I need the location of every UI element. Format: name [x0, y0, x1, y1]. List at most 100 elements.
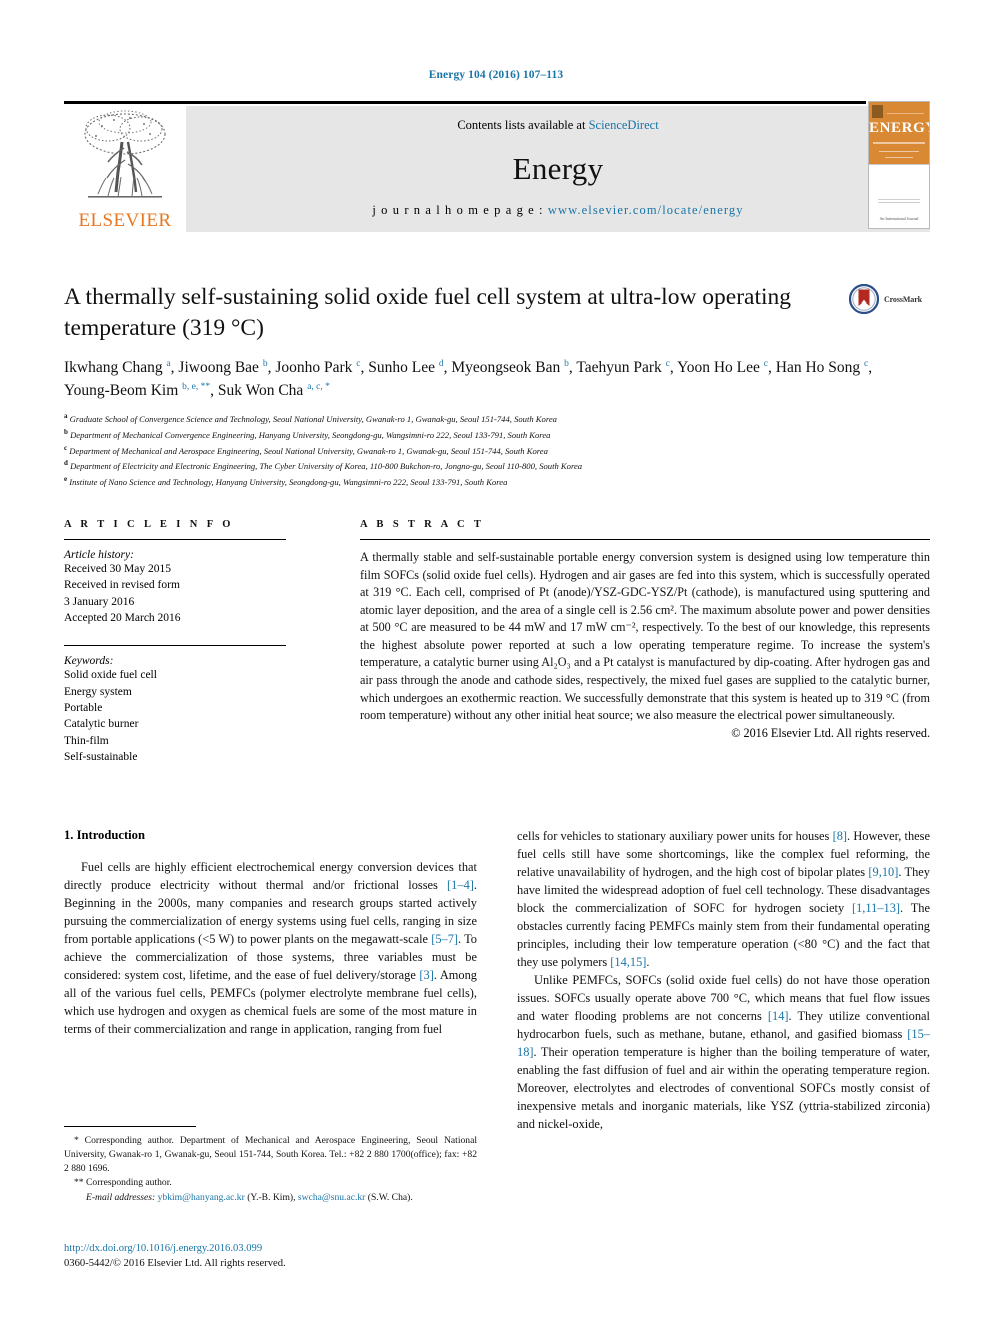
section-heading-introduction: 1. Introduction	[64, 828, 145, 842]
citation-ref[interactable]: [9,10]	[868, 865, 898, 879]
keywords-block: Keywords: Solid oxide fuel cell Energy s…	[64, 645, 286, 765]
article-history-item: Received 30 May 2015	[64, 563, 171, 575]
affiliation-label: c	[64, 443, 68, 452]
keyword-item: Catalytic burner	[64, 718, 139, 731]
citation-ref[interactable]: [1,11–13]	[852, 901, 900, 915]
footnote-email-addresses: E-mail addresses: ybkim@hanyang.ac.kr (Y…	[64, 1191, 477, 1205]
journal-title: Energy	[512, 150, 604, 186]
author-affiliation-mark: a, c, *	[307, 381, 330, 392]
author-affiliation-mark: b	[564, 358, 569, 369]
affiliation-item: b Department of Mechanical Convergence E…	[64, 427, 930, 443]
cover-journal-title: ENERGY	[869, 120, 929, 136]
affiliation-list: a Graduate School of Convergence Science…	[64, 411, 930, 490]
elsevier-tree-icon	[84, 110, 166, 198]
keyword-item: Energy system	[64, 685, 132, 698]
author-entry: Myeongseok Ban b,	[451, 358, 573, 377]
email-link-2[interactable]: swcha@snu.ac.kr	[298, 1192, 365, 1203]
running-head: Energy 104 (2016) 107–113	[428, 69, 564, 81]
body-paragraph: cells for vehicles to stationary auxilia…	[517, 829, 931, 969]
doi-block: http://dx.doi.org/10.1016/j.energy.2016.…	[64, 1241, 564, 1272]
journal-article-page: Energy 104 (2016) 107–113 ELSEVIER Conte…	[0, 0, 992, 1323]
abstract-rule	[360, 539, 930, 540]
author-entry: Joonho Park c,	[275, 358, 365, 377]
affiliation-text: Department of Mechanical Convergence Eng…	[70, 429, 551, 440]
footnote-rule	[64, 1126, 196, 1127]
footnote-block: * Corresponding author. Department of Me…	[64, 1126, 477, 1205]
author-name: Sunho Lee	[368, 359, 435, 377]
affiliation-label: a	[64, 412, 68, 421]
affiliation-item: a Graduate School of Convergence Science…	[64, 411, 930, 427]
article-info-rule	[64, 539, 286, 540]
email-link-1[interactable]: ybkim@hanyang.ac.kr	[158, 1192, 245, 1203]
affiliation-label: b	[64, 427, 68, 436]
citation-ref[interactable]: [15–18]	[517, 1027, 930, 1059]
page-title: A thermally self-sustaining solid oxide …	[64, 284, 792, 341]
author-name: Joonho Park	[275, 359, 353, 377]
article-history-item: Accepted 20 March 2016	[64, 611, 181, 624]
citation-ref[interactable]: [1–4]	[447, 878, 474, 892]
article-info-heading: A R T I C L E I N F O	[64, 519, 234, 530]
doi-link[interactable]: http://dx.doi.org/10.1016/j.energy.2016.…	[64, 1241, 564, 1256]
masthead-top-rule	[64, 101, 866, 104]
keyword-item: Solid oxide fuel cell	[64, 669, 157, 682]
author-entry: Suk Won Cha a, c, *	[218, 381, 330, 398]
author-name: Yoon Ho Lee	[677, 359, 760, 377]
citation-ref[interactable]: [14]	[768, 1009, 789, 1023]
cover-footer-text: An International Journal	[879, 216, 919, 221]
journal-cover-thumbnail: ENERGY An International Journal	[868, 101, 930, 229]
author-name: Young-Beom Kim	[64, 381, 179, 399]
email-owner-2: (S.W. Cha).	[367, 1192, 413, 1203]
author-entry: Jiwoong Bae b,	[178, 358, 272, 377]
article-history-title: Article history:	[64, 549, 134, 561]
keyword-item: Thin-film	[64, 734, 109, 747]
affiliation-label: d	[64, 459, 68, 468]
author-entry: Young-Beom Kim b, e, **,	[64, 381, 214, 399]
article-history-item: Received in revised form	[64, 579, 180, 592]
author-affiliation-mark: c	[356, 358, 361, 369]
citation-ref[interactable]: [14,15]	[610, 955, 646, 969]
issn-copyright-line: 0360-5442/© 2016 Elsevier Ltd. All right…	[64, 1258, 286, 1270]
journal-homepage-line: j o u r n a l h o m e p a g e : www.else…	[372, 203, 743, 218]
crossmark-label: CrossMark	[883, 294, 922, 304]
author-affiliation-mark: c	[665, 358, 670, 369]
citation-ref[interactable]: [3]	[419, 968, 433, 982]
contents-prefix: Contents lists available at	[457, 118, 589, 132]
abstract-text: A thermally stable and self-sustainable …	[360, 550, 930, 723]
author-affiliation-mark: a	[166, 358, 171, 369]
journal-masthead: ELSEVIER Contents lists available at Sci…	[64, 101, 930, 232]
author-affiliation-mark: b	[262, 358, 268, 369]
elsevier-logo: ELSEVIER	[64, 106, 186, 232]
body-paragraph: Unlike PEMFCs, SOFCs (solid oxide fuel c…	[517, 972, 931, 1131]
author-name: Jiwoong Bae	[178, 359, 259, 377]
email-owner-1: (Y.-B. Kim),	[247, 1192, 296, 1203]
crossmark-badge[interactable]: CrossMark	[848, 284, 922, 314]
author-entry: Ikwhang Chang a,	[64, 358, 175, 377]
author-name: Taehyun Park	[576, 359, 662, 377]
author-name: Ikwhang Chang	[64, 359, 163, 377]
title-block: A thermally self-sustaining solid oxide …	[64, 282, 930, 490]
crossmark-icon	[848, 284, 879, 314]
body-column-left: 1. Introduction Fuel cells are highly ef…	[64, 828, 477, 1134]
masthead-contents-box: Contents lists available at ScienceDirec…	[186, 106, 930, 232]
author-entry: Han Ho Song c,	[775, 358, 873, 377]
citation-ref[interactable]: [5–7]	[431, 932, 458, 946]
affiliation-text: Department of Electricity and Electronic…	[70, 461, 583, 472]
author-entry: Sunho Lee d,	[368, 358, 448, 377]
keyword-item: Self-sustainable	[64, 750, 138, 763]
contents-available-line: Contents lists available at ScienceDirec…	[457, 118, 658, 133]
footnote-corresponding-author-2: ** Corresponding author.	[74, 1177, 172, 1188]
sciencedirect-link[interactable]: ScienceDirect	[589, 118, 659, 132]
author-affiliation-mark: c	[864, 358, 869, 369]
homepage-url-link[interactable]: www.elsevier.com/locate/energy	[548, 203, 744, 217]
affiliation-label: e	[64, 475, 68, 484]
email-label: E-mail addresses:	[86, 1192, 156, 1203]
author-name: Myeongseok Ban	[451, 359, 561, 377]
keywords-title: Keywords:	[64, 655, 114, 668]
affiliation-text: Department of Mechanical and Aerospace E…	[69, 445, 548, 456]
homepage-label: j o u r n a l h o m e p a g e :	[372, 203, 548, 217]
author-affiliation-mark: c	[763, 358, 769, 369]
keyword-item: Portable	[64, 701, 103, 714]
affiliation-item: d Department of Electricity and Electron…	[64, 458, 930, 474]
citation-ref[interactable]: [8]	[833, 829, 847, 843]
body-paragraph: Fuel cells are highly efficient electroc…	[64, 860, 478, 1036]
